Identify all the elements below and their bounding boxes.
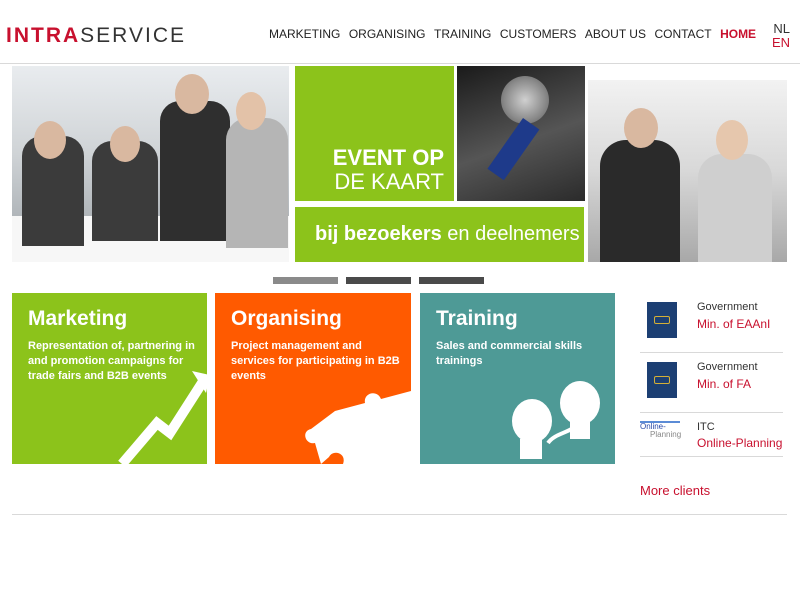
government-crest-icon xyxy=(647,362,677,398)
tile-organising[interactable]: Organising Project management and servic… xyxy=(215,293,411,464)
tile-training-title: Training xyxy=(436,307,518,330)
client-item[interactable]: Online- Planning ITC Online-Planning xyxy=(640,413,783,457)
client-name[interactable]: Min. of EAAnI xyxy=(697,317,770,331)
nav-marketing[interactable]: MARKETING xyxy=(269,26,340,42)
divider xyxy=(12,514,787,515)
client-name[interactable]: Min. of FA xyxy=(697,377,751,391)
hero-banner[interactable]: EVENT OP DE KAART bij bezoekers en deeln… xyxy=(12,66,787,262)
logo-part-intra: INTRA xyxy=(6,24,81,47)
nav-training[interactable]: TRAINING xyxy=(434,26,491,42)
intraservice-logo[interactable]: INTRASERVICE xyxy=(6,24,186,48)
event-subline-block: bij bezoekers en deelnemers xyxy=(295,207,584,262)
tile-organising-text: Project management and services for part… xyxy=(231,340,400,382)
client-item[interactable]: Government Min. of EAAnI xyxy=(640,293,783,353)
tile-training[interactable]: Training Sales and commercial skills tra… xyxy=(420,293,615,464)
microphone-photo xyxy=(457,66,585,201)
slider-dot-2[interactable] xyxy=(346,277,411,284)
event-headline-block: EVENT OP DE KAART xyxy=(295,66,454,201)
event-subline-bold: bij bezoekers xyxy=(315,223,442,245)
language-nl[interactable]: NL xyxy=(772,22,790,36)
client-name[interactable]: Online-Planning xyxy=(697,436,782,450)
client-category: ITC xyxy=(697,421,715,433)
client-category: Government xyxy=(697,301,758,313)
main-nav: MARKETING ORGANISING TRAINING CUSTOMERS … xyxy=(269,26,765,42)
nav-contact[interactable]: CONTACT xyxy=(654,26,711,42)
clients-list: Government Min. of EAAnI Government Min.… xyxy=(640,293,783,457)
tile-organising-title: Organising xyxy=(231,307,342,330)
tile-marketing-title: Marketing xyxy=(28,307,128,330)
government-crest-icon xyxy=(647,302,677,338)
slider-pagination xyxy=(273,277,484,284)
slider-dot-1[interactable] xyxy=(273,277,338,284)
client-item[interactable]: Government Min. of FA xyxy=(640,353,783,413)
microphone-icon xyxy=(501,76,549,124)
event-subline-rest: en deelnemers xyxy=(441,223,580,245)
more-clients-link[interactable]: More clients xyxy=(640,483,710,498)
language-en[interactable]: EN xyxy=(772,36,790,50)
meeting-photo xyxy=(588,80,787,262)
nav-customers[interactable]: CUSTOMERS xyxy=(500,26,576,42)
nav-about-us[interactable]: ABOUT US xyxy=(585,26,646,42)
online-planning-logo: Online- Planning xyxy=(640,421,682,439)
event-headline-line2: DE KAART xyxy=(334,169,444,194)
client-category: Government xyxy=(697,361,758,373)
business-team-photo xyxy=(12,66,289,262)
tile-marketing[interactable]: Marketing Representation of, partnering … xyxy=(12,293,207,464)
event-headline-line1: EVENT OP xyxy=(332,145,444,170)
language-switcher: NL EN xyxy=(772,22,790,50)
slider-dot-3[interactable] xyxy=(419,277,484,284)
logo-part-service: SERVICE xyxy=(80,24,186,47)
tile-marketing-text: Representation of, partnering in and pro… xyxy=(28,340,195,382)
header: INTRASERVICE MARKETING ORGANISING TRAINI… xyxy=(0,0,800,64)
nav-organising[interactable]: ORGANISING xyxy=(349,26,426,42)
nav-home[interactable]: HOME xyxy=(720,26,756,42)
tile-training-text: Sales and commercial skills trainings xyxy=(436,340,583,367)
